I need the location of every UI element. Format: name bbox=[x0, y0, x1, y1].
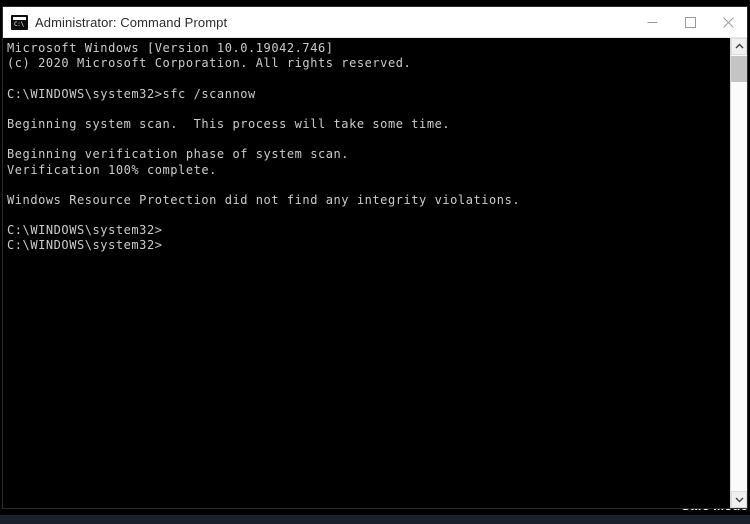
terminal-line: C:\WINDOWS\system32> bbox=[7, 223, 163, 238]
terminal-line: Beginning verification phase of system s… bbox=[7, 147, 350, 162]
terminal-line: (c) 2020 Microsoft Corporation. All righ… bbox=[7, 56, 412, 71]
terminal-area: Microsoft Windows [Version 10.0.19042.74… bbox=[3, 38, 747, 508]
cmd-icon-glyph: C:\ bbox=[14, 20, 24, 28]
scroll-up-arrow[interactable] bbox=[731, 38, 747, 55]
command-prompt-window: C:\ Administrator: Command Prompt Micros… bbox=[2, 6, 748, 509]
terminal-line: C:\WINDOWS\system32> bbox=[7, 238, 163, 253]
terminal-line: Microsoft Windows [Version 10.0.19042.74… bbox=[7, 41, 334, 55]
minimize-button[interactable] bbox=[633, 7, 671, 37]
window-title-bar[interactable]: C:\ Administrator: Command Prompt bbox=[3, 7, 747, 38]
cmd-icon: C:\ bbox=[11, 14, 28, 30]
terminal-line: Beginning system scan. This process will… bbox=[7, 116, 451, 131]
desktop-background: Safe Mode C:\ Administrator: Command Pro… bbox=[0, 0, 750, 524]
terminal-line: Windows Resource Protection did not find… bbox=[7, 192, 521, 207]
terminal-line: Verification 100% complete. bbox=[7, 162, 217, 177]
scrollbar-thumb[interactable] bbox=[731, 56, 747, 82]
window-title-text: Administrator: Command Prompt bbox=[35, 14, 228, 30]
scroll-down-arrow[interactable] bbox=[731, 491, 747, 508]
window-controls bbox=[633, 7, 747, 37]
maximize-button[interactable] bbox=[671, 7, 709, 37]
vertical-scrollbar[interactable] bbox=[730, 38, 747, 508]
scrollbar-track[interactable] bbox=[731, 55, 747, 491]
terminal-line: C:\WINDOWS\system32>sfc /scannow bbox=[7, 86, 256, 101]
desktop-bottom-strip bbox=[0, 515, 750, 524]
close-button[interactable] bbox=[709, 7, 747, 37]
terminal-output[interactable]: Microsoft Windows [Version 10.0.19042.74… bbox=[3, 38, 730, 508]
